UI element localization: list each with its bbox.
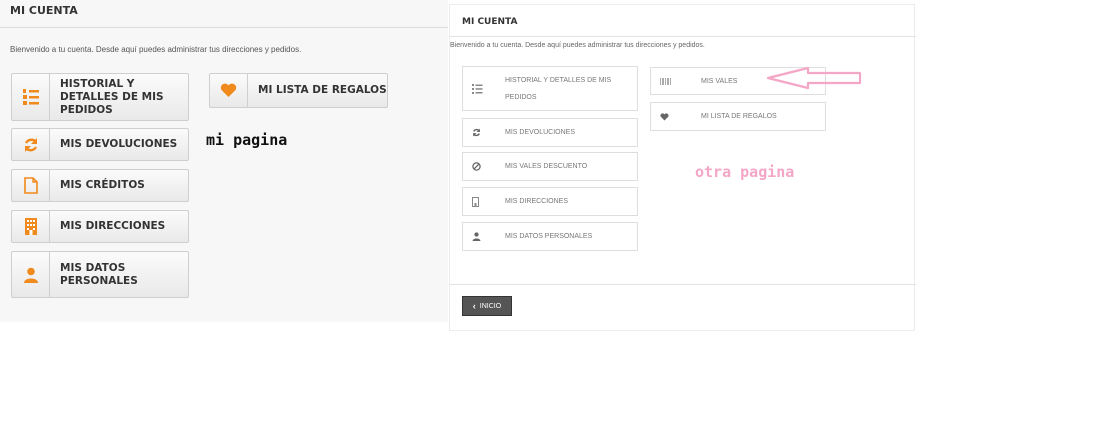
building-icon (12, 211, 50, 242)
addresses-label: MIS DIRECCIONES (60, 220, 166, 232)
refresh-icon (472, 128, 490, 137)
page-title: MI CUENTA (10, 4, 78, 17)
addresses-button[interactable]: MIS DIRECCIONES (11, 210, 189, 243)
home-button[interactable]: ‹ INICIO (462, 296, 512, 316)
refresh-icon (12, 129, 50, 160)
discount-vouchers-button[interactable]: MIS VALES DESCUENTO (462, 152, 638, 181)
user-icon (12, 252, 50, 297)
personal-data-label: MIS DATOS PERSONALES (505, 233, 593, 240)
annotation-mi-pagina: mi pagina (206, 131, 288, 149)
building-icon (472, 196, 490, 207)
gift-list-button[interactable]: MI LISTA DE REGALOS (650, 102, 826, 131)
user-icon (472, 232, 490, 241)
vouchers-label: MIS VALES (701, 77, 738, 85)
annotation-arrow-icon (766, 66, 862, 90)
divider (450, 36, 916, 37)
personal-data-button[interactable]: MIS DATOS PERSONALES (11, 251, 189, 298)
returns-label: MIS DEVOLUCIONES (505, 129, 576, 136)
ban-icon (472, 162, 490, 171)
barcode-icon (660, 77, 678, 85)
personal-data-label: MIS DATOS PERSONALES (60, 261, 138, 287)
home-label: INICIO (479, 302, 502, 310)
personal-data-button[interactable]: MIS DATOS PERSONALES (462, 222, 638, 251)
gift-list-button[interactable]: MI LISTA DE REGALOS (209, 73, 388, 108)
divider (0, 27, 448, 28)
page-title: MI CUENTA (462, 17, 518, 27)
returns-label: MIS DEVOLUCIONES (60, 138, 178, 150)
file-icon (12, 170, 50, 201)
list-ordered-icon (12, 74, 50, 120)
credits-button[interactable]: MIS CRÉDITOS (11, 169, 189, 202)
returns-button[interactable]: MIS DEVOLUCIONES (462, 118, 638, 147)
order-history-button[interactable]: HISTORIAL Y DETALLES DE MIS PEDIDOS (462, 66, 638, 111)
welcome-text: Bienvenido a tu cuenta. Desde aquí puede… (450, 42, 705, 49)
addresses-label: MIS DIRECCIONES (505, 198, 569, 205)
returns-button[interactable]: MIS DEVOLUCIONES (11, 128, 189, 161)
welcome-text: Bienvenido a tu cuenta. Desde aquí puede… (10, 45, 302, 54)
order-history-label: HISTORIAL Y DETALLES DE MIS PEDIDOS (60, 77, 164, 116)
addresses-button[interactable]: MIS DIRECCIONES (462, 187, 638, 216)
annotation-otra-pagina: otra pagina (695, 163, 795, 181)
heart-icon (210, 74, 248, 107)
left-page-screenshot: MI CUENTA Bienvenido a tu cuenta. Desde … (0, 0, 448, 322)
order-history-label: HISTORIAL Y DETALLES DE MIS PEDIDOS (505, 76, 612, 101)
credits-label: MIS CRÉDITOS (60, 179, 145, 191)
list-ordered-icon (472, 83, 490, 94)
right-page-screenshot: MI CUENTA Bienvenido a tu cuenta. Desde … (449, 4, 916, 331)
order-history-button[interactable]: HISTORIAL Y DETALLES DE MIS PEDIDOS (11, 73, 189, 121)
gift-list-label: MI LISTA DE REGALOS (701, 113, 777, 120)
heart-icon (660, 112, 678, 121)
gift-list-label: MI LISTA DE REGALOS (258, 84, 387, 96)
chevron-left-icon: ‹ (472, 301, 476, 311)
discount-vouchers-label: MIS VALES DESCUENTO (505, 163, 588, 170)
divider (450, 284, 916, 285)
